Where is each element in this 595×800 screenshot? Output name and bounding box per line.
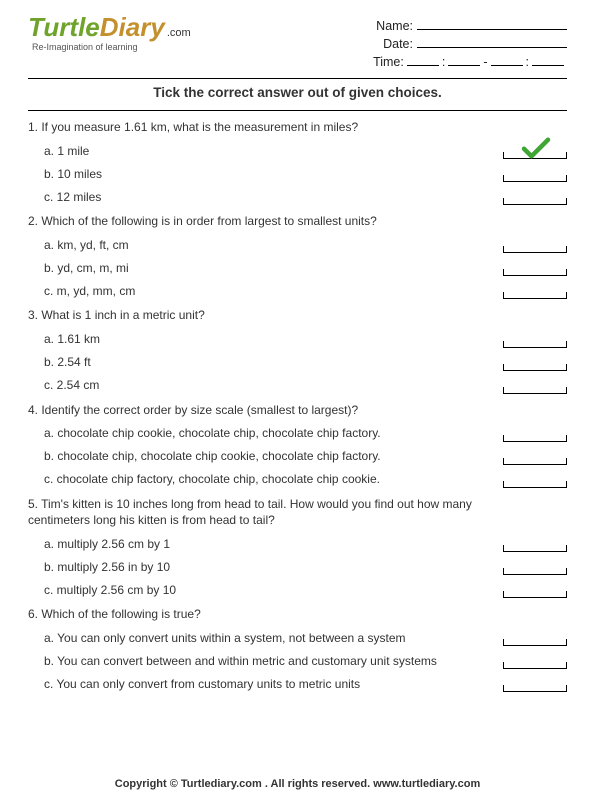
answer-slot[interactable] <box>503 260 567 276</box>
question-block: 4. Identify the correct order by size sc… <box>28 402 567 488</box>
choice-text: a. 1 mile <box>44 144 503 160</box>
choice-text: b. yd, cm, m, mi <box>44 261 503 277</box>
choice-text: c. multiply 2.56 cm by 10 <box>44 583 503 599</box>
answer-slot[interactable] <box>503 332 567 348</box>
choice-row: b. 2.54 ft <box>28 355 567 371</box>
question-block: 5. Tim's kitten is 10 inches long from h… <box>28 496 567 598</box>
info-fields: Name: Date: Time: : - : <box>373 14 567 72</box>
answer-slot[interactable] <box>503 536 567 552</box>
question-text: 4. Identify the correct order by size sc… <box>28 402 567 418</box>
answer-slot[interactable] <box>503 378 567 394</box>
choice-text: b. You can convert between and within me… <box>44 654 503 670</box>
question-text: 1. If you measure 1.61 km, what is the m… <box>28 119 567 135</box>
questions-container: 1. If you measure 1.61 km, what is the m… <box>28 119 567 692</box>
choice-text: c. 12 miles <box>44 190 503 206</box>
answer-slot[interactable] <box>503 630 567 646</box>
answer-slot[interactable] <box>503 237 567 253</box>
choice-row: b. yd, cm, m, mi <box>28 260 567 276</box>
answer-slot[interactable] <box>503 676 567 692</box>
question-block: 1. If you measure 1.61 km, what is the m… <box>28 119 567 205</box>
choice-row: a. chocolate chip cookie, chocolate chip… <box>28 426 567 442</box>
tick-icon <box>521 136 551 160</box>
choice-row: a. multiply 2.56 cm by 1 <box>28 536 567 552</box>
choice-text: b. multiply 2.56 in by 10 <box>44 560 503 576</box>
answer-slot[interactable] <box>503 472 567 488</box>
question-text: 3. What is 1 inch in a metric unit? <box>28 307 567 323</box>
time-colon-2: : <box>526 55 529 69</box>
choice-row: b. multiply 2.56 in by 10 <box>28 559 567 575</box>
time-dash: - <box>483 55 487 69</box>
question-text: 6. Which of the following is true? <box>28 606 567 622</box>
choice-text: a. multiply 2.56 cm by 1 <box>44 537 503 553</box>
logo-word-2: Diary <box>100 12 165 42</box>
choice-text: a. km, yd, ft, cm <box>44 238 503 254</box>
question-block: 3. What is 1 inch in a metric unit? a. 1.… <box>28 307 567 393</box>
answer-slot[interactable] <box>503 355 567 371</box>
answer-slot[interactable] <box>503 559 567 575</box>
logo: TurtleDiary.com Re-Imagination of learni… <box>28 14 191 52</box>
choice-row: c. You can only convert from customary u… <box>28 676 567 692</box>
time-m2[interactable] <box>532 54 564 66</box>
choice-row: c. chocolate chip factory, chocolate chi… <box>28 472 567 488</box>
question-block: 2. Which of the following is in order fr… <box>28 213 567 299</box>
choice-text: a. chocolate chip cookie, chocolate chip… <box>44 426 503 442</box>
time-colon-1: : <box>442 55 445 69</box>
choice-row: b. chocolate chip, chocolate chip cookie… <box>28 449 567 465</box>
logo-word-1: Turtle <box>28 12 100 42</box>
answer-slot[interactable] <box>503 166 567 182</box>
time-h2[interactable] <box>491 54 523 66</box>
choice-row: a. 1 mile <box>28 143 567 159</box>
choice-text: c. chocolate chip factory, chocolate chi… <box>44 472 503 488</box>
time-h1[interactable] <box>407 54 439 66</box>
choice-text: a. 1.61 km <box>44 332 503 348</box>
time-label: Time: <box>373 55 404 69</box>
choice-text: c. You can only convert from customary u… <box>44 677 503 693</box>
choice-row: b. You can convert between and within me… <box>28 653 567 669</box>
choice-text: c. m, yd, mm, cm <box>44 284 503 300</box>
choice-row: c. multiply 2.56 cm by 10 <box>28 582 567 598</box>
choice-text: b. 2.54 ft <box>44 355 503 371</box>
instruction-text: Tick the correct answer out of given cho… <box>28 85 567 100</box>
choice-row: c. m, yd, mm, cm <box>28 283 567 299</box>
time-m1[interactable] <box>448 54 480 66</box>
answer-slot[interactable] <box>503 653 567 669</box>
choice-row: a. km, yd, ft, cm <box>28 237 567 253</box>
choice-row: c. 2.54 cm <box>28 378 567 394</box>
divider-top <box>28 78 567 79</box>
choice-row: a. 1.61 km <box>28 332 567 348</box>
choice-text: c. 2.54 cm <box>44 378 503 394</box>
date-input-line[interactable] <box>417 36 567 48</box>
logo-dotcom: .com <box>167 27 191 39</box>
choice-text: a. You can only convert units within a s… <box>44 631 503 647</box>
question-block: 6. Which of the following is true? a. You… <box>28 606 567 692</box>
header: TurtleDiary.com Re-Imagination of learni… <box>28 14 567 72</box>
answer-slot[interactable] <box>503 189 567 205</box>
logo-tagline: Re-Imagination of learning <box>32 42 191 52</box>
name-label: Name: <box>376 19 413 33</box>
answer-slot[interactable] <box>503 143 567 159</box>
choice-row: b. 10 miles <box>28 166 567 182</box>
choice-row: c. 12 miles <box>28 189 567 205</box>
choice-text: b. 10 miles <box>44 167 503 183</box>
divider-under-instruction <box>28 110 567 111</box>
question-text: 2. Which of the following is in order fr… <box>28 213 567 229</box>
choice-row: a. You can only convert units within a s… <box>28 630 567 646</box>
answer-slot[interactable] <box>503 582 567 598</box>
answer-slot[interactable] <box>503 449 567 465</box>
question-text: 5. Tim's kitten is 10 inches long from h… <box>28 496 567 528</box>
date-label: Date: <box>383 37 413 51</box>
answer-slot[interactable] <box>503 283 567 299</box>
footer-text: Copyright © Turtlediary.com . All rights… <box>0 778 595 790</box>
name-input-line[interactable] <box>417 18 567 30</box>
answer-slot[interactable] <box>503 426 567 442</box>
choice-text: b. chocolate chip, chocolate chip cookie… <box>44 449 503 465</box>
